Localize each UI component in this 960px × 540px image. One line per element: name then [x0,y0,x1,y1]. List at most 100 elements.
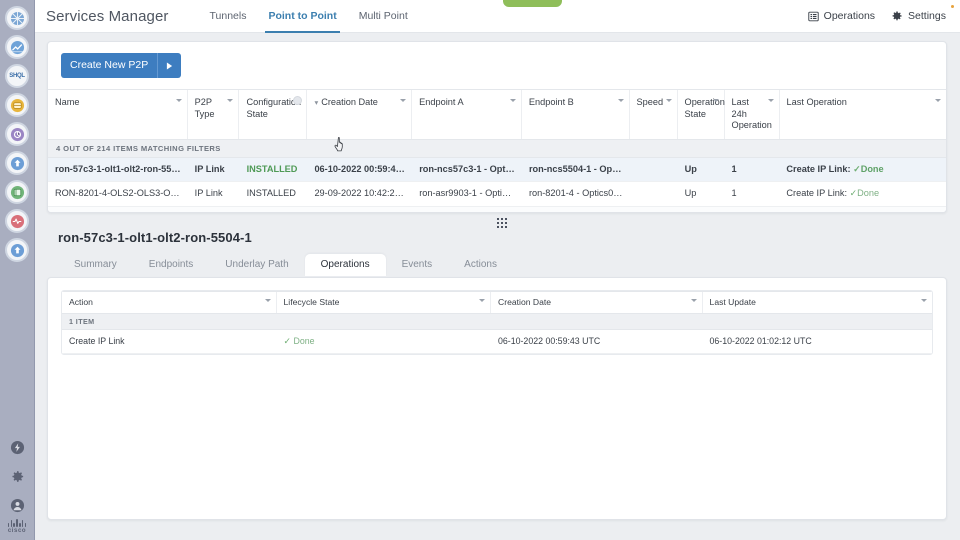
settings-menu-label: Settings [908,10,946,22]
chevron-down-icon[interactable] [175,99,182,102]
cell-configuration-state: INSTALLED [246,188,296,199]
tab-operations[interactable]: Operations [304,254,386,276]
cell-speed [630,207,678,212]
operations-menu-label: Operations [823,10,876,22]
column-header-name[interactable]: Name [48,90,188,139]
table-row[interactable]: Create IP Link ✓ Done 06-10-2022 00:59:4… [62,329,932,355]
cell-endpoint-b: ron-asr9903-1 - Optics0/… [522,207,630,212]
app-icon-book[interactable] [5,180,29,204]
table-row[interactable]: ron-57c3-1-olt1-olt2-ron-5504-1 IP Link … [48,157,946,183]
column-header-speed[interactable]: Speed [630,90,678,139]
app-icon-deploy[interactable] [5,151,29,175]
app-icon-analytics[interactable] [5,35,29,59]
detail-panel-title: ron-57c3-1-olt1-olt2-ron-5504-1 [58,230,252,245]
cell-speed [630,158,678,182]
cell-name: RON-8201-1-OLS1-OLS4-RON-… [48,207,188,212]
chevron-down-icon[interactable] [935,99,942,102]
operations-grid-header: Action Lifecycle State Creation Date Las… [62,291,932,314]
cell-last-operation: Create IP Link: ✓Done [779,207,946,212]
tab-point-to-point[interactable]: Point to Point [257,0,347,33]
cell-last-operation-status: Done [857,188,880,199]
cell-configuration-state: INSTALLED [246,163,298,174]
column-header-endpoint-a[interactable]: Endpoint A [412,90,522,139]
app-icon-deploy2[interactable] [5,238,29,262]
chevron-down-icon[interactable] [509,99,516,102]
power-icon[interactable] [9,439,25,455]
cell-endpoint-a: ron-8201-1 - Optics0/0/… [412,207,522,212]
chevron-down-icon[interactable] [227,99,234,102]
cell-creation-date: 06-10-2022 00:59:43 UTC [498,335,601,346]
chevron-down-icon[interactable] [690,299,697,302]
app-icon-globe[interactable] [5,6,29,30]
tab-events[interactable]: Events [386,254,449,276]
tab-underlay-path[interactable]: Underlay Path [209,254,304,276]
column-header-name-label: Name [55,97,80,107]
cell-action: Create IP Link [69,335,125,346]
table-row[interactable]: RON-8201-4-OLS2-OLS3-OLS4-… IP Link INST… [48,182,946,208]
app-icon-database[interactable] [5,93,29,117]
chevron-down-icon[interactable] [617,99,624,102]
column-header-last-update[interactable]: Last Update [703,292,932,313]
user-icon[interactable] [9,497,25,513]
column-header-last-operation-label: Last Operation [786,97,847,107]
column-header-last-24h-operation[interactable]: Last 24h Operation [725,90,780,139]
cell-last-operation-label: Create IP Link: [786,163,851,174]
column-header-lifecycle-state[interactable]: Lifecycle State [277,292,492,313]
operations-table-wrapper: Action Lifecycle State Creation Date Las… [48,278,946,356]
tab-endpoints[interactable]: Endpoints [133,254,209,276]
gear-icon[interactable] [9,468,25,484]
cisco-logo: cisco [8,519,27,540]
column-header-configuration-state[interactable]: Configuration State [239,90,308,139]
primary-tabs: Tunnels Point to Point Multi Point [199,0,419,33]
notification-pill[interactable] [503,0,562,7]
app-icon-sync[interactable] [5,122,29,146]
tab-summary[interactable]: Summary [58,254,133,276]
cell-last-operation: Create IP Link: ✓Done [779,182,946,206]
chevron-down-icon[interactable] [264,299,271,302]
chevron-down-icon[interactable] [767,99,774,102]
cell-name: RON-8201-4-OLS2-OLS3-OLS4-… [55,188,188,199]
create-new-p2p-label: Create New P2P [70,59,149,71]
column-header-p2p-type-label: P2P Type [194,97,215,119]
cell-last-24h: 1 [725,207,780,212]
status-dot-icon [951,5,954,8]
settings-menu-button[interactable]: Settings [891,10,946,22]
page-title: Services Manager [46,7,169,25]
top-header-bar: Services Manager Tunnels Point to Point … [35,0,960,33]
column-header-creation-date[interactable]: ▾ Creation Date [307,90,413,139]
column-header-last-operation[interactable]: Last Operation [780,90,946,139]
tab-actions[interactable]: Actions [448,254,513,276]
cell-last-operation: Create IP Link: ✓Done [779,158,946,182]
chevron-down-icon[interactable] [400,99,407,102]
table-row[interactable]: RON-8201-1-OLS1-OLS4-RON-… IP Link INSTA… [48,207,946,212]
detail-tabs: Summary Endpoints Underlay Path Operatio… [58,254,947,276]
column-header-action[interactable]: Action [62,292,277,313]
column-header-creation-date[interactable]: Creation Date [491,292,703,313]
chevron-down-icon[interactable] [921,299,928,302]
filter-summary-banner: 4 OUT OF 214 ITEMS MATCHING FILTERS [48,139,946,158]
column-header-endpoint-b[interactable]: Endpoint B [522,90,630,139]
chevron-down-icon[interactable] [712,99,719,102]
create-button-dropdown-arrow[interactable] [158,53,181,78]
p2p-list-card: Create New P2P Name P2P Type Configurati… [47,41,947,213]
column-header-operation-state[interactable]: Operation State [678,90,725,139]
list-icon [807,11,819,22]
column-header-p2p-type[interactable]: P2P Type [188,90,240,139]
create-new-p2p-button[interactable]: Create New P2P [61,53,182,78]
app-icon-shql[interactable]: SHQL [5,64,29,88]
column-header-operation-state-label: Operation State [684,97,725,119]
tab-multi-point[interactable]: Multi Point [348,0,419,33]
cell-creation-date: 29-09-2022 10:42:24 UTC [314,188,413,199]
p2p-grid: Name P2P Type Configuration State ▾ Creat… [48,89,946,212]
chevron-down-icon[interactable] [479,299,486,302]
tab-tunnels[interactable]: Tunnels [199,0,258,33]
app-icon-shql-label: SHQL [9,73,25,79]
chevron-down-icon[interactable] [665,99,672,102]
cell-operation-state: Up [684,188,697,199]
app-icon-monitor[interactable] [5,209,29,233]
column-header-creation-date-label: Creation Date [498,297,552,307]
detail-panel-body: Action Lifecycle State Creation Date Las… [47,277,947,520]
sort-ascending-icon: ▾ [314,97,319,107]
operations-menu-button[interactable]: Operations [807,10,876,22]
column-header-last-24h-operation-label: Last 24h Operation [731,97,772,130]
